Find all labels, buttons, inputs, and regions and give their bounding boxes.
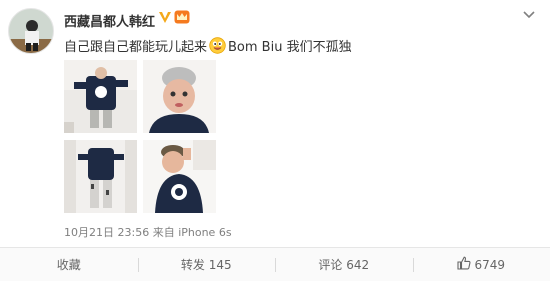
- like-button[interactable]: 6749: [412, 248, 550, 281]
- post-text-part2: Bom Biu 我们不孤独: [228, 40, 352, 55]
- post-photo-2[interactable]: [143, 60, 216, 133]
- post-photo-3[interactable]: [64, 140, 137, 213]
- action-bar: 收藏 转发 145 评论 642 6749: [0, 248, 550, 281]
- post-timestamp[interactable]: 10月21日 23:56: [64, 226, 149, 239]
- post-meta: 10月21日 23:56 来自 iPhone 6s: [64, 224, 232, 240]
- avatar[interactable]: [8, 8, 54, 54]
- author-name[interactable]: 西藏昌都人韩红: [64, 11, 155, 30]
- author-badges: [158, 9, 190, 28]
- weibo-post-card: 西藏昌都人韩红 自己跟自己都能玩儿起来 Bom Biu 我们不孤独 10月21日…: [0, 0, 550, 281]
- laughing-emoji-icon: [209, 37, 226, 54]
- post-source: 来自 iPhone 6s: [152, 226, 232, 239]
- chevron-down-icon[interactable]: [521, 7, 537, 26]
- vip-crown-icon[interactable]: [174, 9, 190, 28]
- favorite-button[interactable]: 收藏: [0, 248, 138, 281]
- post-photo-1[interactable]: [64, 60, 137, 133]
- post-text: 自己跟自己都能玩儿起来 Bom Biu 我们不孤独: [64, 36, 352, 55]
- like-count: 6749: [474, 257, 506, 272]
- comment-button[interactable]: 评论 642: [275, 248, 413, 281]
- favorite-label: 收藏: [56, 258, 81, 272]
- repost-label: 转发 145: [180, 258, 232, 272]
- comment-label: 评论 642: [318, 258, 370, 272]
- post-photo-4[interactable]: [143, 140, 216, 213]
- thumb-up-icon: [457, 256, 471, 273]
- repost-button[interactable]: 转发 145: [137, 248, 276, 281]
- post-menu-dropdown[interactable]: [521, 7, 537, 21]
- verified-v-icon[interactable]: [158, 9, 172, 28]
- post-text-part1: 自己跟自己都能玩儿起来: [64, 40, 208, 55]
